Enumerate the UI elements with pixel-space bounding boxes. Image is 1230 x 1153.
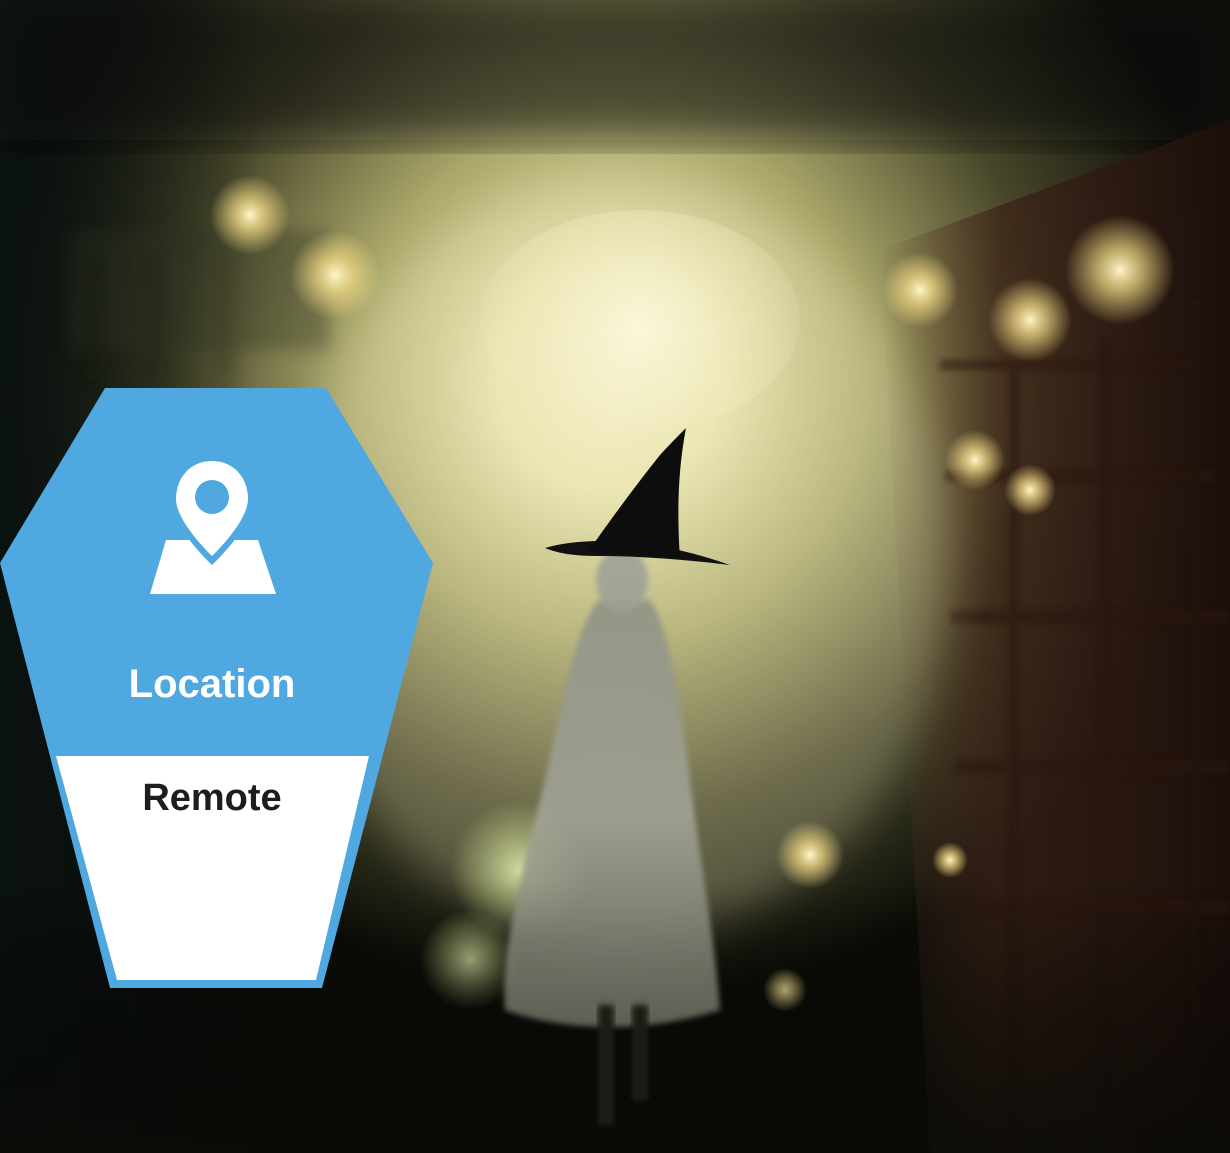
scene-illustration <box>0 0 1230 1153</box>
background-scene <box>0 0 1230 1153</box>
